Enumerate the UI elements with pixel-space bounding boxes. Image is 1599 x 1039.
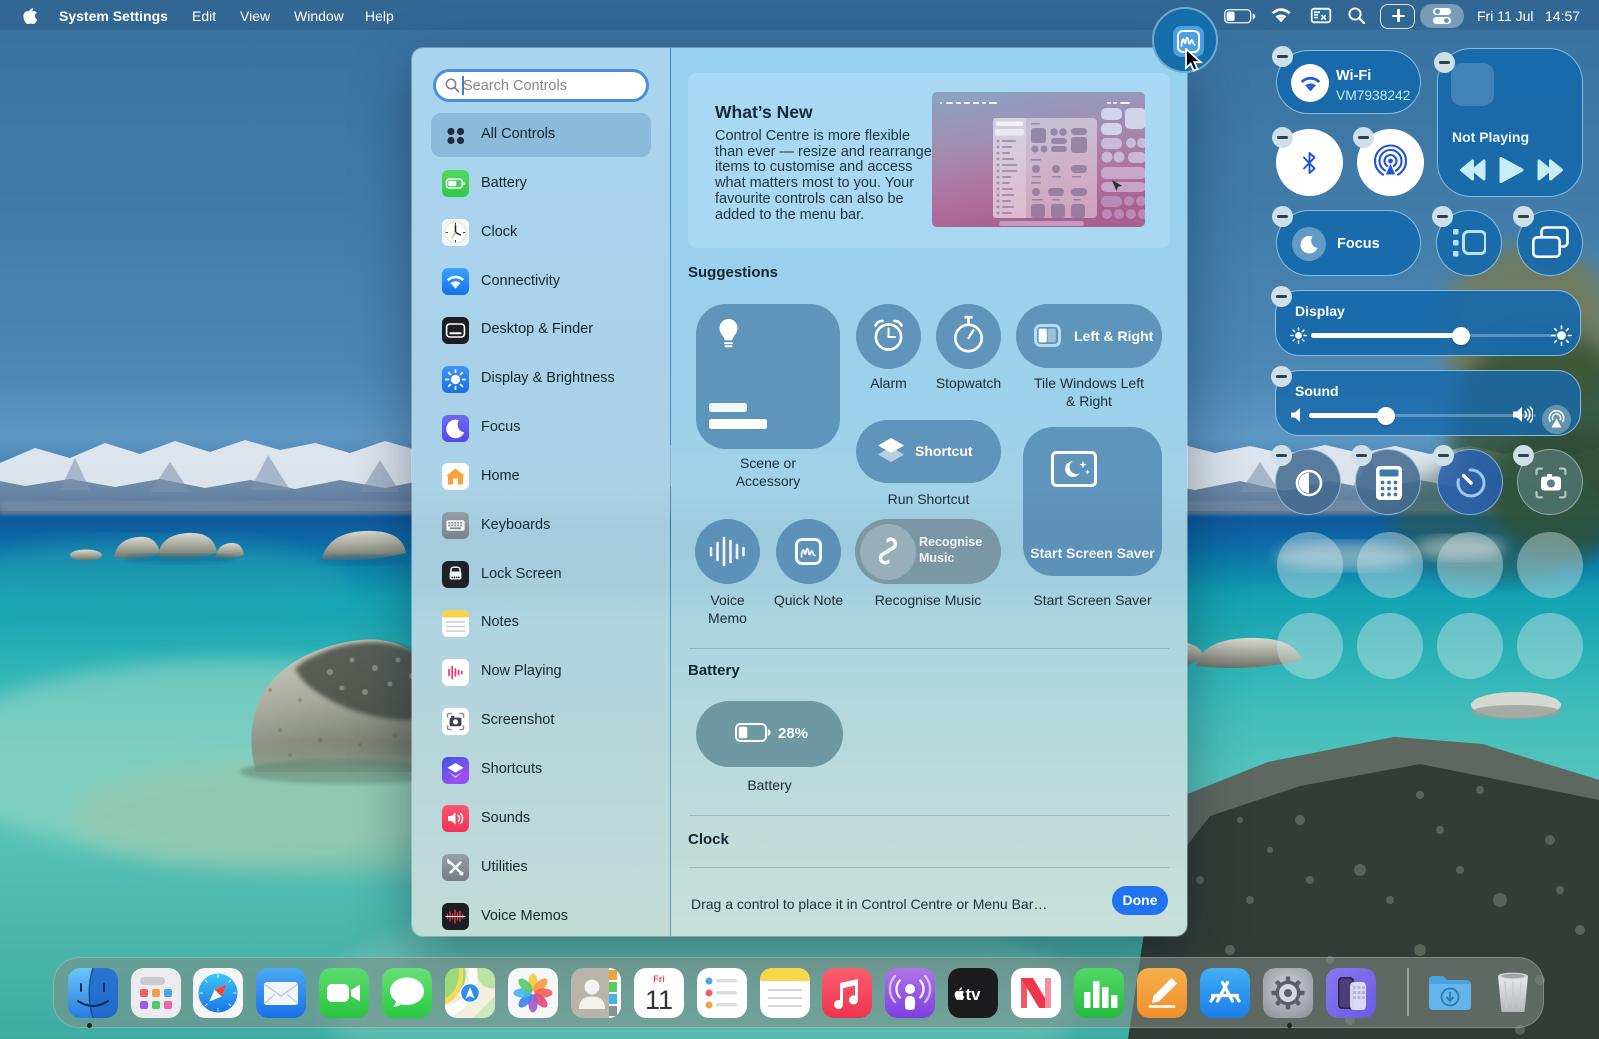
svg-text:11: 11 [645, 985, 673, 1015]
svg-text:Fri: Fri [653, 974, 665, 984]
svg-text:tv: tv [966, 985, 982, 1004]
